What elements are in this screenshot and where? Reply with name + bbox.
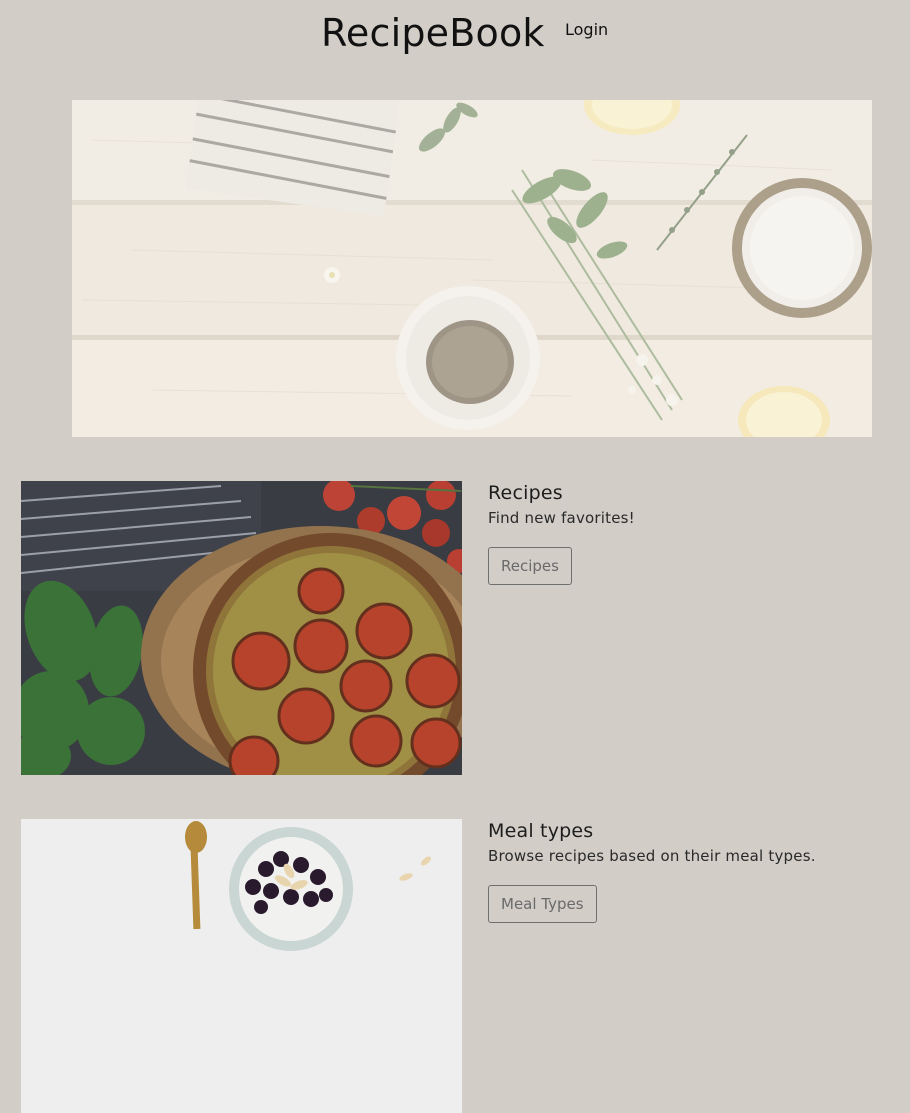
- login-link[interactable]: Login: [565, 20, 608, 40]
- recipes-button[interactable]: Recipes: [488, 547, 572, 585]
- recipes-content: Recipes Find new favorites! Recipes: [488, 481, 898, 585]
- hero-illustration: [72, 100, 872, 437]
- recipes-title: Recipes: [488, 482, 563, 504]
- site-header: RecipeBook Login: [0, 0, 910, 70]
- meal-types-title: Meal types: [488, 820, 594, 842]
- berry-bowl-illustration: [21, 819, 462, 1113]
- recipes-image[interactable]: [21, 481, 462, 775]
- quiche-illustration: [21, 481, 462, 775]
- brand-logo-text[interactable]: RecipeBook: [321, 10, 545, 56]
- hero-image: [72, 100, 872, 437]
- meal-types-image[interactable]: [21, 819, 462, 1113]
- recipes-description: Find new favorites!: [488, 509, 635, 527]
- meal-types-content: Meal types Browse recipes based on their…: [488, 819, 898, 923]
- meal-types-button[interactable]: Meal Types: [488, 885, 597, 923]
- meal-types-description: Browse recipes based on their meal types…: [488, 847, 816, 865]
